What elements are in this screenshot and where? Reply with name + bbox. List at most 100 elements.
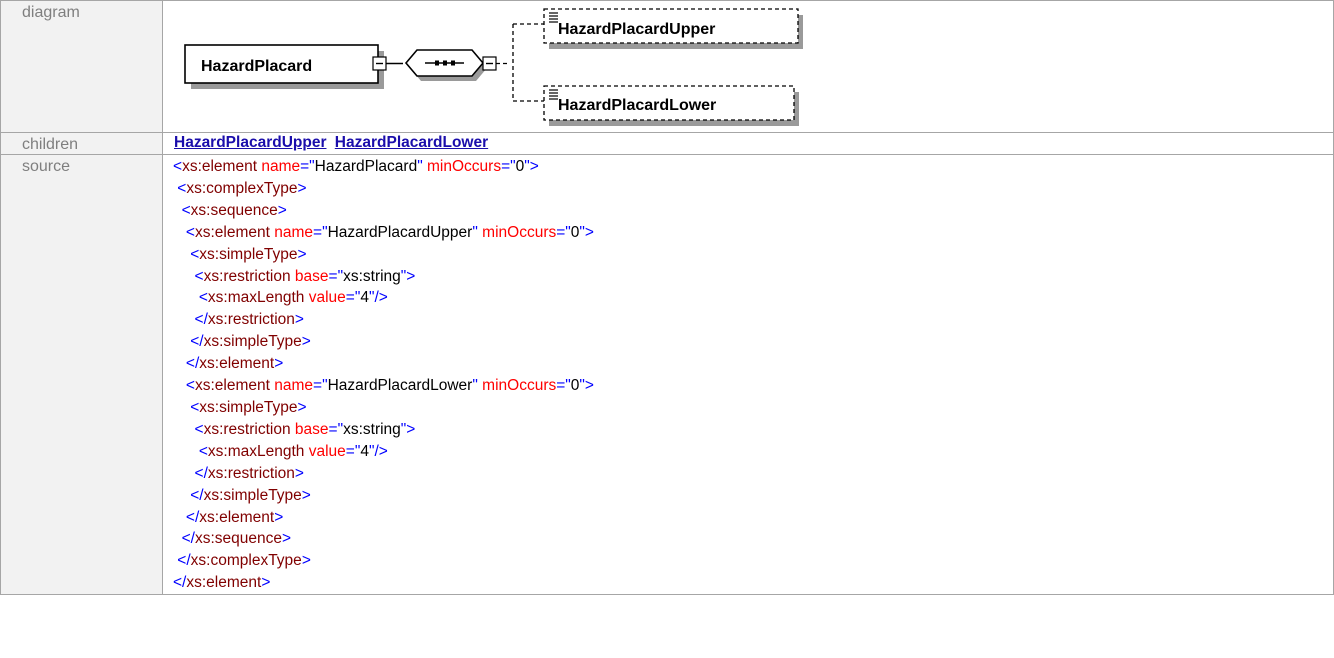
- source-token-attr: name: [269, 377, 314, 395]
- source-token-nm: xs:simpleType: [203, 486, 302, 504]
- source-token-tag: <: [173, 289, 208, 307]
- source-token-tag: "/>: [368, 442, 388, 460]
- source-token-tag: >: [294, 311, 304, 329]
- children-cell: HazardPlacardUpper HazardPlacardLower: [162, 132, 1334, 155]
- source-token-val: 4: [360, 289, 369, 307]
- source-token-nm: xs:maxLength: [207, 442, 305, 460]
- source-token-tag: =": [345, 289, 361, 307]
- source-token-nm: xs:simpleType: [199, 398, 298, 416]
- child-link-lower[interactable]: HazardPlacardLower: [335, 134, 488, 151]
- source-token-tag: >: [274, 508, 284, 526]
- root-element-box[interactable]: HazardPlacard: [184, 44, 384, 89]
- source-token-tag: <: [173, 267, 204, 285]
- source-token-tag: <: [173, 223, 195, 241]
- source-token-tag: <: [173, 245, 200, 263]
- source-token-tag: <: [173, 158, 183, 175]
- source-line: <xs:complexType>: [173, 178, 1333, 200]
- source-token-val: HazardPlacardLower: [327, 377, 473, 395]
- source-token-tag: =": [300, 158, 315, 175]
- source-token-nm: xs:maxLength: [207, 289, 305, 307]
- source-token-val: HazardPlacardUpper: [327, 223, 473, 241]
- source-token-tag: </: [173, 530, 195, 548]
- source-token-attr: base: [290, 267, 329, 285]
- source-line: </xs:sequence>: [173, 528, 1333, 550]
- source-token-tag: </: [173, 355, 200, 373]
- source-line: <xs:maxLength value="4"/>: [173, 287, 1333, 309]
- source-token-val: xs:string: [343, 267, 401, 285]
- child-element-box-upper[interactable]: HazardPlacardUpper: [543, 8, 803, 49]
- source-token-nm: xs:complexType: [186, 179, 298, 197]
- source-token-tag: >: [274, 355, 284, 373]
- source-token-tag: ">: [579, 377, 594, 395]
- source-token-nm: xs:sequence: [194, 530, 283, 548]
- branch-connectors: [496, 23, 544, 102]
- source-token-tag: =": [328, 267, 344, 285]
- source-line: </xs:complexType>: [173, 550, 1333, 572]
- source-token-tag: =": [345, 442, 361, 460]
- source-token-tag: ">: [579, 223, 594, 241]
- source-token-nm: xs:element: [194, 223, 270, 241]
- source-token-tag: </: [173, 333, 204, 351]
- source-code: <xs:element name="HazardPlacard" minOccu…: [173, 156, 1333, 594]
- source-token-nm: xs:element: [186, 574, 262, 592]
- source-token-tag: </: [173, 311, 208, 329]
- child-element-box-lower[interactable]: HazardPlacardLower: [543, 85, 799, 126]
- row-label-source: source: [0, 153, 163, 596]
- source-token-tag: </: [173, 464, 208, 482]
- source-token-tag: ">: [524, 158, 539, 175]
- source-line: </xs:restriction>: [173, 309, 1333, 331]
- source-token-nm: xs:element: [194, 377, 270, 395]
- source-token-nm: xs:simpleType: [199, 245, 298, 263]
- source-token-tag: >: [297, 398, 307, 416]
- source-token-tag: "/>: [368, 289, 388, 307]
- child-element-label-lower: HazardPlacardLower: [558, 97, 716, 114]
- source-token-nm: xs:sequence: [190, 201, 278, 219]
- source-token-attr: minOccurs: [477, 377, 557, 395]
- source-token-tag: >: [277, 201, 287, 219]
- source-token-nm: xs:element: [199, 508, 275, 526]
- source-token-val: xs:string: [343, 420, 401, 438]
- collapse-toggle-icon[interactable]: [372, 56, 387, 71]
- collapse-toggle-icon[interactable]: [482, 56, 497, 71]
- source-token-tag: <: [173, 398, 200, 416]
- source-token-tag: >: [301, 486, 311, 504]
- source-token-attr: value: [304, 442, 346, 460]
- source-token-tag: <: [173, 420, 204, 438]
- source-token-tag: >: [301, 333, 311, 351]
- source-token-tag: =": [556, 223, 571, 241]
- child-link-upper[interactable]: HazardPlacardUpper: [174, 134, 326, 151]
- source-token-nm: xs:restriction: [203, 267, 291, 285]
- source-token-tag: >: [282, 530, 292, 548]
- source-token-attr: value: [304, 289, 346, 307]
- row-label-children: children: [0, 132, 163, 155]
- row-diagram: diagram HazardPlacard HazardPlacardUpper…: [0, 0, 1334, 133]
- source-token-tag: <: [173, 442, 208, 460]
- source-token-tag: >: [261, 574, 271, 592]
- source-token-tag: >: [297, 179, 307, 197]
- source-token-tag: </: [173, 508, 200, 526]
- source-token-tag: </: [173, 574, 187, 592]
- source-line: <xs:simpleType>: [173, 397, 1333, 419]
- source-token-tag: <: [173, 179, 187, 197]
- source-line: <xs:restriction base="xs:string">: [173, 419, 1333, 441]
- source-token-tag: <: [173, 377, 195, 395]
- source-token-tag: =": [501, 158, 516, 175]
- source-token-tag: ">: [400, 420, 416, 438]
- source-line: </xs:element>: [173, 507, 1333, 529]
- source-token-tag: >: [297, 245, 307, 263]
- source-line: <xs:element name="HazardPlacardUpper" mi…: [173, 222, 1333, 244]
- row-children: children HazardPlacardUpper HazardPlacar…: [0, 132, 1334, 155]
- source-token-tag: <: [173, 201, 191, 219]
- source-token-attr: name: [257, 158, 301, 175]
- source-token-nm: xs:restriction: [207, 464, 295, 482]
- source-token-tag: =": [556, 377, 571, 395]
- diagram-cell: HazardPlacard HazardPlacardUpper HazardP…: [162, 0, 1334, 133]
- source-token-attr: name: [269, 223, 314, 241]
- source-token-nm: xs:complexType: [190, 552, 302, 570]
- schema-diagram: HazardPlacard HazardPlacardUpper HazardP…: [184, 8, 803, 126]
- source-line: <xs:simpleType>: [173, 244, 1333, 266]
- sequence-compositor-icon: [404, 49, 487, 81]
- source-token-tag: </: [173, 552, 191, 570]
- source-token-tag: >: [301, 552, 311, 570]
- source-token-tag: >: [294, 464, 304, 482]
